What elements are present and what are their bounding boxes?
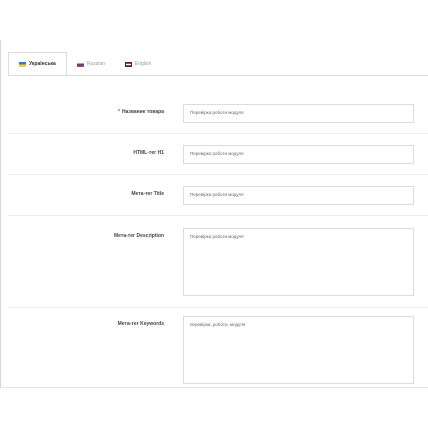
row-divider — [8, 174, 428, 175]
product-name-label-text: Название товара — [121, 109, 164, 115]
row-divider — [8, 307, 428, 308]
product-name-input[interactable]: Перевірка роботи модуля — [183, 104, 414, 123]
h1-label: HTML-тег H1 — [133, 150, 164, 156]
ua-flag-icon — [19, 61, 26, 67]
tab-label: English — [134, 61, 152, 67]
tab-english[interactable]: English — [115, 52, 161, 76]
row-divider — [8, 215, 428, 216]
required-marker: * — [117, 109, 120, 115]
language-tabs: Українська Russian English — [8, 52, 161, 76]
product-name-label: * Название товара — [118, 109, 164, 115]
tab-label: Russian — [86, 61, 105, 67]
meta-description-textarea[interactable]: Перевірка роботи модуля — [183, 228, 414, 296]
ru-flag-icon — [76, 61, 84, 67]
tab-label: Українська — [29, 61, 56, 67]
tab-russian[interactable]: Russian — [67, 52, 115, 76]
meta-title-input[interactable]: Перевірка роботи модуля — [183, 186, 414, 205]
meta-description-label: Мета-тег Description — [114, 233, 164, 239]
tab-divider — [8, 75, 428, 76]
row-divider — [8, 133, 428, 134]
en-flag-icon — [124, 61, 132, 67]
h1-input[interactable]: Перевірка роботи модуля — [183, 145, 414, 164]
meta-keywords-label: Мета-тег Keywords — [117, 321, 164, 327]
tab-ukrainian[interactable]: Українська — [8, 52, 67, 76]
meta-keywords-textarea[interactable]: перевірка, роботи, модуля — [183, 316, 414, 384]
meta-title-label: Мета-тег Title — [131, 191, 164, 197]
